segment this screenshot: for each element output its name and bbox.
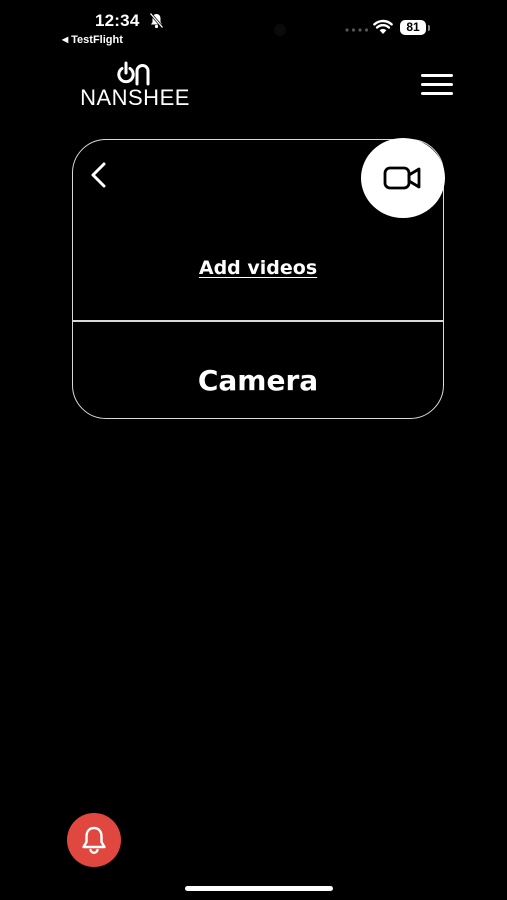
bell-icon xyxy=(82,826,106,854)
back-triangle-icon: ◀ xyxy=(62,35,69,44)
wifi-icon xyxy=(373,19,393,34)
home-indicator[interactable] xyxy=(185,886,333,891)
menu-line xyxy=(421,74,453,77)
camera-option-button[interactable]: Camera xyxy=(72,364,444,397)
nanshee-logo: NANSHEE xyxy=(80,60,190,112)
battery-icon: 81 xyxy=(400,20,426,35)
battery-tip xyxy=(428,25,430,31)
back-to-testflight-link[interactable]: ◀ TestFlight xyxy=(62,34,123,46)
camera-island-dot xyxy=(274,24,286,36)
power-on-logo-icon xyxy=(117,61,150,86)
video-camera-icon xyxy=(383,166,421,190)
chevron-left-icon[interactable] xyxy=(86,158,112,192)
card-divider xyxy=(73,320,443,322)
menu-line xyxy=(421,83,453,86)
hamburger-menu-button[interactable] xyxy=(421,74,453,96)
testflight-label: TestFlight xyxy=(71,34,123,46)
add-videos-link[interactable]: Add videos xyxy=(72,257,444,279)
status-time: 12:34 xyxy=(95,11,140,30)
cellular-icon xyxy=(345,28,369,32)
logo-text: NANSHEE xyxy=(80,85,190,110)
notification-button[interactable] xyxy=(67,813,121,867)
bell-slash-icon xyxy=(149,12,164,29)
video-camera-button[interactable] xyxy=(361,138,445,218)
menu-line xyxy=(421,92,453,95)
